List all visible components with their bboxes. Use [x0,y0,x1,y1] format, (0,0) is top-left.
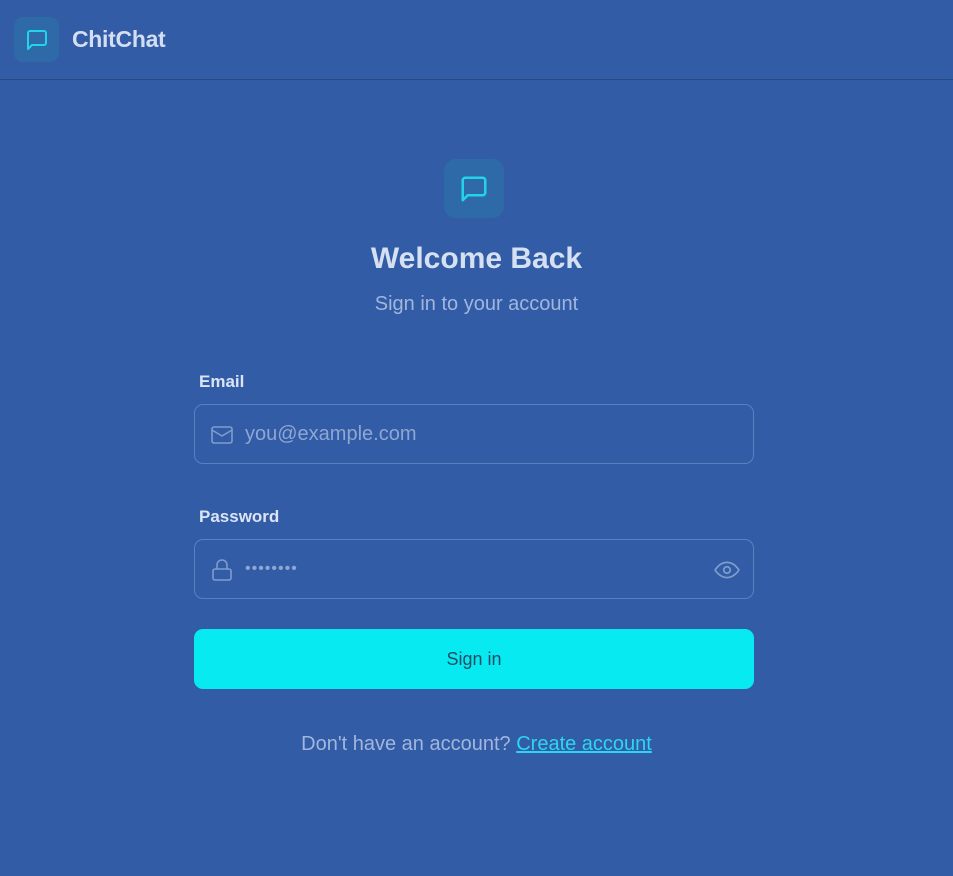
page-subtitle: Sign in to your account [374,293,579,315]
top-bar: ChitChat [0,0,953,80]
create-account-link[interactable]: Create account [516,733,652,755]
sign-in-button[interactable]: Sign in [194,629,754,689]
signup-prompt: Don't have an account? Create account [0,733,953,756]
password-field[interactable]: •••••••• [245,540,298,598]
eye-icon[interactable] [713,556,741,584]
lock-icon [209,557,235,583]
password-label: Password [199,507,280,526]
mail-icon [209,422,235,448]
page-title: Welcome Back [370,242,583,275]
email-label: Email [199,372,245,391]
email-field-wrapper [194,404,754,464]
app-name[interactable]: ChitChat [72,26,166,53]
email-field[interactable] [245,405,705,463]
chat-bubble-icon [26,29,47,50]
chat-bubble-icon [461,176,487,201]
hero-logo [444,159,504,218]
signup-prompt-text: Don't have an account? [301,733,511,755]
app-logo[interactable] [14,17,59,62]
password-field-wrapper[interactable]: •••••••• [194,539,754,599]
